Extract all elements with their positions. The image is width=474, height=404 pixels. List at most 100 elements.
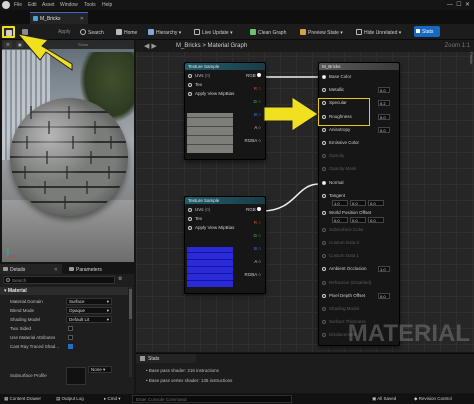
- search-icon: [80, 29, 86, 35]
- result-pin[interactable]: World Position Offset 0.0 0.0 0.0: [322, 210, 398, 223]
- content-drawer-button[interactable]: ▦ Content Drawer: [4, 396, 41, 402]
- live-update-icon: [194, 29, 200, 35]
- axis-gizmo-icon: [7, 248, 16, 257]
- preview-state-button[interactable]: Preview State ▾: [300, 27, 343, 37]
- pin-b-out[interactable]: B ○: [254, 246, 261, 251]
- live-update-button[interactable]: Live Update ▾: [194, 27, 233, 37]
- console-command-input[interactable]: Enter Console Command: [132, 395, 292, 403]
- pin-value-field[interactable]: 1.0: [378, 266, 390, 273]
- pin-value-field[interactable]: 0.0: [378, 292, 390, 299]
- two-sided-checkbox[interactable]: [68, 326, 73, 331]
- tab-details[interactable]: Details ✕: [0, 264, 62, 274]
- pin-rgba-out[interactable]: RGBA ○: [245, 138, 261, 143]
- close-icon[interactable]: ✕: [54, 267, 58, 273]
- revision-control-button[interactable]: ◆ Revision Control: [414, 396, 452, 402]
- pin-apply-view-mipbias[interactable]: Apply View MipBias: [188, 91, 248, 96]
- save-icon: [6, 30, 12, 36]
- pin-vector-field[interactable]: 1.0: [332, 199, 348, 206]
- window-controls[interactable]: — ☐ ✕: [447, 1, 470, 8]
- brick-texture-thumbnail: [187, 113, 233, 153]
- close-icon[interactable]: ✕: [80, 16, 84, 22]
- pin-a-out[interactable]: A ○: [254, 259, 261, 264]
- pin-vector-field[interactable]: 0.0: [350, 199, 366, 206]
- pin-rgba-out[interactable]: RGBA ○: [245, 272, 261, 277]
- home-button[interactable]: Home: [116, 27, 137, 37]
- pin-vector-field[interactable]: 0.0: [350, 216, 366, 223]
- details-panel: Details ✕ Parameters Search ⚙ ▾ Material…: [0, 263, 134, 397]
- result-pin[interactable]: Anisotropy 0.0: [322, 126, 398, 133]
- pin-rgb-out[interactable]: RGB: [246, 73, 261, 78]
- stats-tab[interactable]: Stats: [136, 354, 196, 363]
- viewport-show-button[interactable]: Show: [76, 41, 91, 48]
- hierarchy-button[interactable]: Hierarchy ▾: [148, 27, 181, 37]
- pin-r-out[interactable]: R ○: [254, 220, 261, 225]
- result-pin[interactable]: Base Color: [322, 74, 398, 79]
- pin-rgb-out[interactable]: RGB: [246, 207, 261, 212]
- result-pin[interactable]: Subsurface Color: [322, 227, 398, 232]
- material-graph[interactable]: ◀ ▶ M_Bricks > Material Graph Zoom 1:1 P…: [136, 40, 474, 352]
- menu-file[interactable]: File: [14, 2, 22, 8]
- result-pin[interactable]: Shading Model: [322, 306, 398, 311]
- pin-apply-view-mipbias[interactable]: Apply View MipBias: [188, 225, 248, 230]
- result-pin[interactable]: Opacity Mask: [322, 166, 398, 172]
- details-scrollbar[interactable]: [129, 287, 132, 377]
- result-pin[interactable]: Pixel Depth Offset 0.0: [322, 292, 398, 299]
- menu-edit[interactable]: Edit: [28, 2, 37, 8]
- node-title: M_Bricks: [319, 63, 399, 70]
- pin-a-out[interactable]: A ○: [254, 125, 261, 130]
- pin-vector-field[interactable]: 0.0: [332, 216, 348, 223]
- result-pin[interactable]: Custom Data 1: [322, 253, 398, 259]
- section-material[interactable]: ▾ Material: [0, 287, 128, 295]
- all-saved-status[interactable]: ▣ All Saved: [372, 396, 396, 402]
- pin-value-field[interactable]: 0.0: [378, 126, 390, 133]
- menu-tools[interactable]: Tools: [84, 2, 96, 8]
- subsurface-profile-select[interactable]: None ▾: [88, 366, 112, 373]
- blend-mode-select[interactable]: Opaque ▾: [66, 307, 112, 314]
- result-pin[interactable]: Metallic 0.0: [322, 87, 398, 94]
- result-pin[interactable]: Emissive Color: [322, 140, 398, 145]
- pin-tex[interactable]: Tex: [188, 216, 228, 221]
- result-pin[interactable]: Ambient Occlusion 1.0: [322, 266, 398, 273]
- texture-sample-node-2[interactable]: Texture Sample UVs (0) Tex Apply View Mi…: [184, 196, 266, 294]
- shading-model-select[interactable]: Default Lit ▾: [66, 316, 112, 323]
- pin-g-out[interactable]: G ○: [254, 99, 261, 104]
- details-search-input[interactable]: Search: [3, 276, 115, 284]
- pin-value-field[interactable]: 0.0: [378, 113, 390, 120]
- pin-r-out[interactable]: R ○: [254, 86, 261, 91]
- pin-value-field[interactable]: 0.2: [378, 100, 390, 107]
- pin-uvs[interactable]: UVs (0): [188, 73, 228, 78]
- subsurface-profile-thumbnail[interactable]: [66, 367, 86, 385]
- texture-sample-node-1[interactable]: Texture Sample UVs (0) Tex Apply View Mi…: [184, 62, 266, 160]
- result-pin[interactable]: Normal: [322, 180, 398, 185]
- result-pin[interactable]: Custom Data 0: [322, 240, 398, 245]
- clean-graph-button[interactable]: Clean Graph: [250, 27, 286, 37]
- pin-b-out[interactable]: B ○: [254, 112, 261, 117]
- settings-icon[interactable]: ⚙: [118, 276, 122, 282]
- result-pin[interactable]: Tangent 1.0 0.0 0.0: [322, 193, 398, 206]
- result-pin[interactable]: Refraction (Disabled): [322, 280, 398, 285]
- pin-value-field[interactable]: 0.0: [378, 87, 390, 94]
- pin-vector-field[interactable]: 0.0: [368, 199, 384, 206]
- property-label: Use Material Attributes: [10, 335, 56, 340]
- doc-tab-m-bricks[interactable]: M_Bricks ✕: [30, 12, 88, 24]
- material-domain-select[interactable]: Surface ▾: [66, 298, 112, 305]
- pin-tex[interactable]: Tex: [188, 82, 228, 87]
- stats-button[interactable]: Stats: [414, 26, 440, 37]
- pin-vector-field[interactable]: 0.0: [368, 216, 384, 223]
- pin-g-out[interactable]: G ○: [254, 233, 261, 238]
- output-log-button[interactable]: ▤ Output Log: [56, 396, 84, 402]
- scrollbar-thumb[interactable]: [129, 289, 132, 319]
- viewport-menu-button[interactable]: ☰: [4, 41, 12, 48]
- pin-uvs[interactable]: UVs (0): [188, 207, 228, 212]
- menu-help[interactable]: Help: [102, 2, 112, 8]
- search-button[interactable]: Search: [80, 27, 104, 37]
- menu-asset[interactable]: Asset: [42, 2, 55, 8]
- menu-window[interactable]: Window: [60, 2, 78, 8]
- result-pin[interactable]: Opacity: [322, 153, 398, 159]
- use-material-attributes-checkbox[interactable]: [68, 335, 73, 340]
- preview-state-icon: [300, 29, 306, 35]
- tab-parameters[interactable]: Parameters: [66, 264, 126, 274]
- hide-unrelated-button[interactable]: Hide Unrelated ▾: [356, 27, 401, 37]
- cmd-button[interactable]: ▸ Cmd ▾: [104, 396, 121, 402]
- cast-ray-traced-shadows-checkbox[interactable]: [68, 344, 73, 349]
